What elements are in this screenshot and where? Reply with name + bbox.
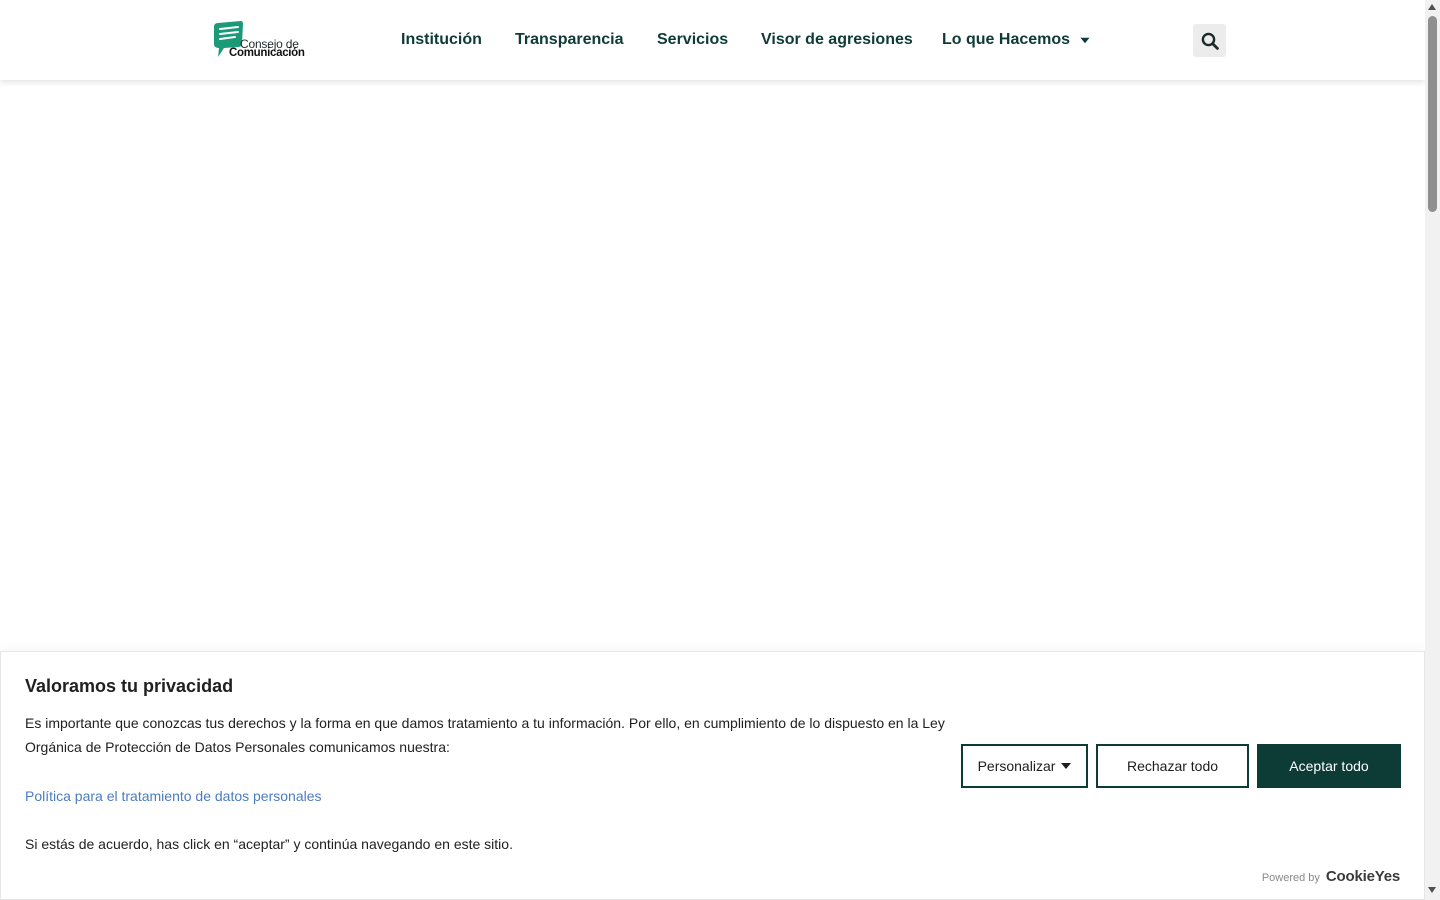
powered-by-cookieyes[interactable]: Powered by CookieYes bbox=[1262, 868, 1400, 885]
caret-down-icon bbox=[1061, 763, 1072, 769]
logo-text-line2: Comunicación bbox=[229, 47, 305, 59]
nav-item-visor-de-agresiones[interactable]: Visor de agresiones bbox=[761, 29, 913, 51]
search-button[interactable] bbox=[1193, 24, 1226, 57]
accept-all-button[interactable]: Aceptar todo bbox=[1257, 744, 1401, 788]
nav-item-lo-que-hacemos-label: Lo que Hacemos bbox=[942, 31, 1071, 49]
nav-item-servicios[interactable]: Servicios bbox=[657, 29, 728, 51]
reject-all-button[interactable]: Rechazar todo bbox=[1096, 744, 1249, 788]
powered-by-label: Powered by bbox=[1261, 872, 1320, 884]
site-header: Consejo de Comunicación Institución Tran… bbox=[0, 0, 1425, 80]
cookie-consent-banner: Valoramos tu privacidad Es importante qu… bbox=[0, 651, 1425, 900]
site-logo[interactable]: Consejo de Comunicación bbox=[211, 21, 307, 61]
cookieyes-logo: CookieYes bbox=[1325, 868, 1400, 885]
cookie-banner-agree-text: Si estás de acuerdo, has click en “acept… bbox=[25, 836, 513, 852]
scrollbar-thumb[interactable] bbox=[1428, 16, 1437, 212]
customize-button[interactable]: Personalizar bbox=[961, 744, 1088, 788]
privacy-policy-link[interactable]: Política para el tratamiento de datos pe… bbox=[25, 784, 322, 808]
nav-item-institucion[interactable]: Institución bbox=[401, 29, 482, 51]
customize-button-label: Personalizar bbox=[977, 758, 1056, 774]
scroll-down-arrow-icon[interactable] bbox=[1428, 887, 1436, 893]
scroll-up-arrow-icon[interactable] bbox=[1428, 4, 1436, 10]
cookie-banner-description: Es importante que conozcas tus derechos … bbox=[25, 715, 945, 755]
nav-item-transparencia[interactable]: Transparencia bbox=[515, 29, 624, 51]
nav-item-lo-que-hacemos[interactable]: Lo que Hacemos bbox=[942, 29, 1090, 51]
caret-down-icon bbox=[1080, 29, 1090, 51]
search-icon bbox=[1201, 32, 1219, 50]
page-scrollbar[interactable] bbox=[1425, 0, 1440, 900]
cookie-banner-title: Valoramos tu privacidad bbox=[25, 676, 234, 696]
